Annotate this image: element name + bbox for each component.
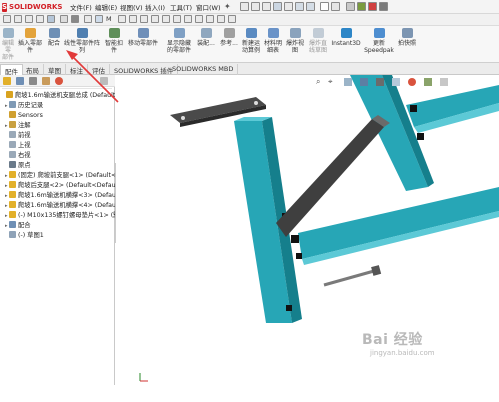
annotation-arrow-line xyxy=(71,55,119,103)
annotation-overlay xyxy=(66,50,119,103)
solidworks-window: { "app": {"brand": "SOLIDWORKS", "brand_… xyxy=(0,0,499,402)
status-bar xyxy=(0,385,499,402)
annotation-arrow-head xyxy=(66,50,78,60)
